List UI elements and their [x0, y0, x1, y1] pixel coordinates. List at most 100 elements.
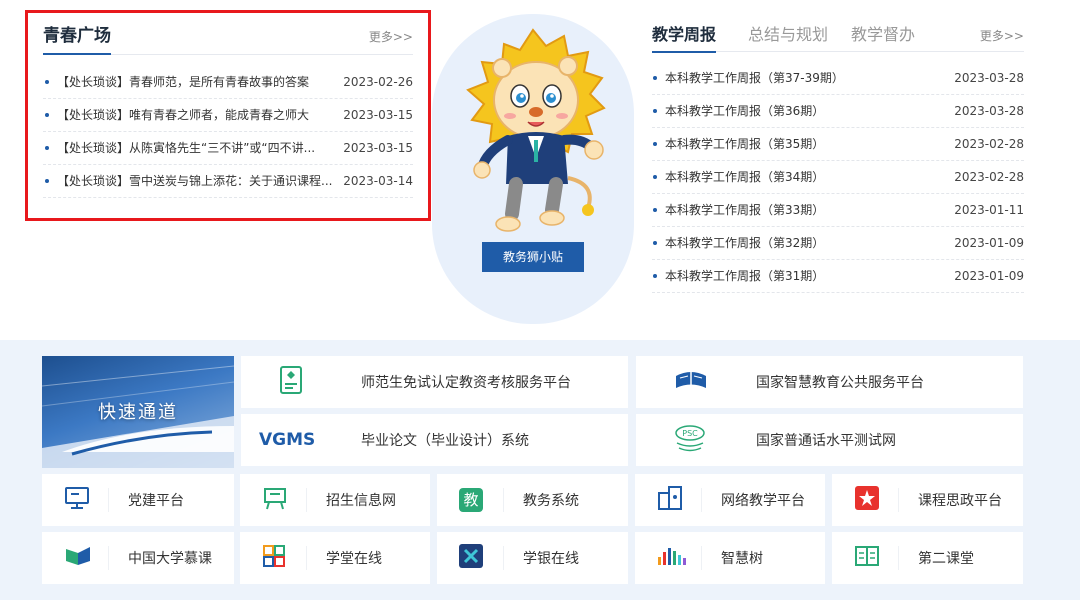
divider: [701, 546, 702, 570]
news-date: 2023-03-14: [343, 174, 413, 188]
certificate-icon: [279, 365, 305, 399]
link-label: 师范生免试认定教资考核服务平台: [361, 375, 571, 391]
bullet-dot: [653, 208, 657, 212]
report-title[interactable]: 本科教学工作周报（第36期）: [665, 95, 824, 128]
report-date: 2023-02-28: [954, 137, 1024, 151]
jiao-glyph: 教: [459, 488, 483, 512]
report-list-item[interactable]: 本科教学工作周报（第36期） 2023-03-28: [652, 95, 1024, 128]
report-title[interactable]: 本科教学工作周报（第33期）: [665, 194, 824, 227]
news-title[interactable]: 【处长琐谈】青春师范，是所有青春故事的答案: [57, 66, 309, 99]
link-party-building[interactable]: 党建平台: [42, 474, 234, 526]
report-title[interactable]: 本科教学工作周报（第31期）: [665, 260, 824, 293]
link-label: 学银在线: [523, 551, 579, 567]
link-label: 中国大学慕课: [128, 551, 212, 567]
star-badge-icon: [854, 485, 880, 515]
bars-icon: [657, 545, 689, 571]
weekly-more-link[interactable]: 更多>>: [980, 27, 1024, 44]
news-list-item[interactable]: 【处长琐谈】唯有青春之师者，能成青春之师大 2023-03-15: [43, 99, 413, 132]
link-label: 党建平台: [128, 493, 184, 509]
link-mandarin-test[interactable]: PSC 国家普通话水平测试网: [636, 414, 1023, 466]
link-label: 招生信息网: [326, 493, 396, 509]
open-book-icon: [674, 368, 708, 396]
news-list-item[interactable]: 【处长琐谈】雪中送炭与锦上添花：关于通识课程... 2023-03-14: [43, 165, 413, 198]
link-admission-info[interactable]: 招生信息网: [240, 474, 430, 526]
link-china-mooc[interactable]: 中国大学慕课: [42, 532, 234, 584]
link-xueyin-online[interactable]: 学银在线: [437, 532, 628, 584]
mascot-tips-button[interactable]: 教务狮小贴: [482, 242, 584, 272]
link-xuetang-online[interactable]: 学堂在线: [240, 532, 430, 584]
news-list-item[interactable]: 【处长琐谈】从陈寅恪先生“三不讲”或“四不讲... 2023-03-15: [43, 132, 413, 165]
bullet-dot: [653, 76, 657, 80]
news-title[interactable]: 【处长琐谈】雪中送炭与锦上添花：关于通识课程...: [57, 165, 332, 198]
youth-square-list: 【处长琐谈】青春师范，是所有青春故事的答案 2023-02-26 【处长琐谈】唯…: [43, 66, 413, 198]
easel-icon: [262, 486, 288, 514]
link-label: 第二课堂: [918, 551, 974, 567]
link-label: 国家普通话水平测试网: [756, 433, 896, 449]
jiao-icon: 教: [459, 488, 483, 512]
youth-square-more-link[interactable]: 更多>>: [369, 28, 413, 45]
quick-channel-title: 快速通道: [98, 402, 178, 423]
news-date: 2023-03-15: [343, 108, 413, 122]
news-list-item[interactable]: 【处长琐谈】青春师范，是所有青春故事的答案 2023-02-26: [43, 66, 413, 99]
youth-square-header: 青春广场 更多>>: [43, 25, 413, 55]
tab-teaching-supervision[interactable]: 教学督办: [851, 24, 915, 46]
quick-links-section: 快速通道 师范生免试认定教资考核服务平台 国家智慧教育公共服务平台 VGMS 毕…: [0, 340, 1080, 600]
tab-summary-plan[interactable]: 总结与规划: [748, 24, 828, 46]
link-label: 教务系统: [523, 493, 579, 509]
tab-teaching-weekly[interactable]: 教学周报: [652, 24, 717, 53]
top-area: 青春广场 更多>> 【处长琐谈】青春师范，是所有青春故事的答案 2023-02-…: [0, 0, 1080, 340]
link-ideological-course[interactable]: 课程思政平台: [832, 474, 1023, 526]
link-label: 毕业论文（毕业设计）系统: [361, 433, 529, 449]
report-title[interactable]: 本科教学工作周报（第34期）: [665, 161, 824, 194]
report-date: 2023-01-09: [954, 269, 1024, 283]
psc-logo-text: PSC: [682, 429, 698, 438]
report-date: 2023-01-09: [954, 236, 1024, 250]
report-title[interactable]: 本科教学工作周报（第35期）: [665, 128, 824, 161]
divider: [898, 546, 899, 570]
book-icon: [854, 545, 880, 571]
link-second-classroom[interactable]: 第二课堂: [832, 532, 1023, 584]
bullet-dot: [45, 113, 49, 117]
news-date: 2023-02-26: [343, 75, 413, 89]
x-icon: [459, 544, 483, 572]
report-list-item[interactable]: 本科教学工作周报（第34期） 2023-02-28: [652, 161, 1024, 194]
report-title[interactable]: 本科教学工作周报（第37-39期）: [665, 62, 844, 95]
monitor-icon: [64, 486, 90, 514]
news-title[interactable]: 【处长琐谈】从陈寅恪先生“三不讲”或“四不讲...: [57, 132, 315, 165]
grid-icon: [262, 544, 286, 572]
link-thesis-system[interactable]: VGMS 毕业论文（毕业设计）系统: [241, 414, 628, 466]
link-label: 智慧树: [721, 551, 763, 567]
report-title[interactable]: 本科教学工作周报（第32期）: [665, 227, 824, 260]
divider: [701, 488, 702, 512]
report-list-item[interactable]: 本科教学工作周报（第31期） 2023-01-09: [652, 260, 1024, 293]
report-list-item[interactable]: 本科教学工作周报（第35期） 2023-02-28: [652, 128, 1024, 161]
weekly-report-panel: 教学周报 总结与规划 教学督办 更多>> 本科教学工作周报（第37-39期） 2…: [652, 22, 1024, 302]
youth-square-panel: 青春广场 更多>> 【处长琐谈】青春师范，是所有青春故事的答案 2023-02-…: [25, 10, 431, 221]
divider: [503, 488, 504, 512]
bullet-dot: [653, 241, 657, 245]
divider: [898, 488, 899, 512]
link-zhihuishu[interactable]: 智慧树: [635, 532, 825, 584]
link-label: 网络教学平台: [721, 493, 805, 509]
bullet-dot: [653, 109, 657, 113]
link-academic-system[interactable]: 教 教务系统: [437, 474, 628, 526]
bullet-dot: [653, 142, 657, 146]
bullet-dot: [45, 80, 49, 84]
divider: [306, 488, 307, 512]
link-teacher-cert-platform[interactable]: 师范生免试认定教资考核服务平台: [241, 356, 628, 408]
link-label: 国家智慧教育公共服务平台: [756, 375, 924, 391]
link-national-smart-education[interactable]: 国家智慧教育公共服务平台: [636, 356, 1023, 408]
weekly-tabs: 教学周报 总结与规划 教学督办 更多>>: [652, 22, 1024, 53]
link-label: 课程思政平台: [918, 493, 1002, 509]
link-label: 学堂在线: [326, 551, 382, 567]
weekly-report-list: 本科教学工作周报（第37-39期） 2023-03-28 本科教学工作周报（第3…: [652, 62, 1024, 293]
news-title[interactable]: 【处长琐谈】唯有青春之师者，能成青春之师大: [57, 99, 309, 132]
divider: [503, 546, 504, 570]
report-list-item[interactable]: 本科教学工作周报（第32期） 2023-01-09: [652, 227, 1024, 260]
report-list-item[interactable]: 本科教学工作周报（第37-39期） 2023-03-28: [652, 62, 1024, 95]
mascot-card: 教务狮小贴: [432, 14, 634, 324]
link-online-teaching[interactable]: 网络教学平台: [635, 474, 825, 526]
report-list-item[interactable]: 本科教学工作周报（第33期） 2023-01-11: [652, 194, 1024, 227]
mooc-icon: [64, 545, 92, 571]
network-icon: [657, 485, 683, 515]
